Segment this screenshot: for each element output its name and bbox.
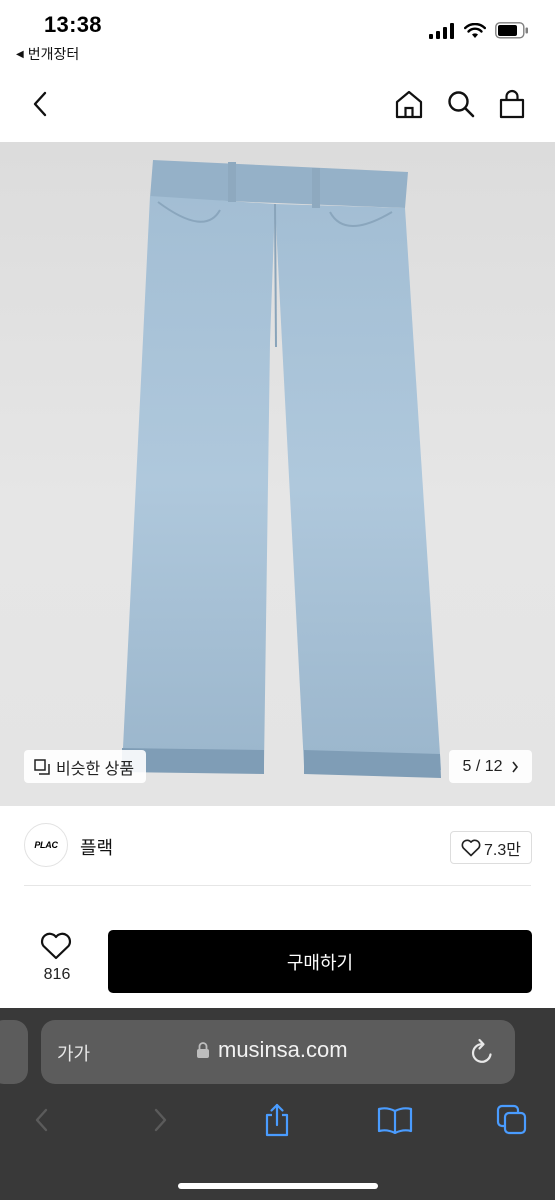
url-text: musinsa.com (218, 1037, 348, 1062)
address-bar[interactable]: 가가 musinsa.com (41, 1020, 515, 1084)
similar-products-button[interactable]: 비슷한 상품 (24, 750, 147, 783)
back-to-app-link[interactable]: ◀ 번개장터 (16, 44, 79, 64)
home-button[interactable] (391, 86, 427, 122)
brand-like-count: 7.3만 (484, 841, 521, 859)
url-display[interactable]: musinsa.com (196, 1037, 348, 1063)
heart-outline-icon (461, 839, 481, 856)
page-counter-label: 5 / 12 (462, 757, 503, 775)
brand-logo[interactable]: PLAC (24, 823, 68, 867)
browser-toolbar: 가가 musinsa.com (0, 1008, 555, 1200)
home-indicator (178, 1183, 378, 1189)
reload-icon (471, 1038, 492, 1063)
jeans-image (122, 160, 441, 778)
search-icon (448, 91, 475, 118)
product-image-carousel[interactable]: 비슷한 상품 5 / 12 (0, 142, 555, 806)
wishlist-button[interactable] (40, 932, 72, 965)
back-triangle-icon: ◀ (16, 48, 24, 60)
buy-button[interactable]: 구매하기 (108, 930, 532, 993)
previous-tab-peek[interactable] (0, 1020, 28, 1084)
brand-row: PLAC 플랙 7.3만 (0, 806, 555, 886)
brand-name[interactable]: 플랙 (80, 834, 113, 860)
wishlist-count: 816 (43, 966, 71, 983)
lock-icon (197, 1042, 209, 1058)
image-page-counter[interactable]: 5 / 12 (449, 750, 532, 783)
status-time: 13:38 (44, 12, 102, 37)
back-button[interactable] (22, 86, 58, 122)
share-icon (265, 1103, 289, 1137)
home-icon (395, 90, 423, 119)
browser-back-button[interactable] (21, 1100, 61, 1140)
status-bar: 13:38 ◀ 번개장터 (0, 0, 555, 70)
app-navbar (0, 70, 555, 142)
similar-products-label: 비슷한 상품 (56, 760, 135, 778)
brand-like-button[interactable]: 7.3만 (450, 831, 532, 864)
book-icon (377, 1107, 413, 1134)
shopping-bag-icon (499, 89, 525, 119)
share-button[interactable] (257, 1100, 297, 1140)
battery-icon (495, 22, 528, 39)
purchase-bar: 816 구매하기 (0, 886, 555, 1008)
chevron-right-icon (154, 1108, 167, 1132)
tabs-icon (496, 1104, 527, 1135)
heart-outline-icon (40, 932, 72, 960)
cart-button[interactable] (494, 86, 530, 122)
tabs-button[interactable] (492, 1100, 532, 1140)
reader-settings-button[interactable]: 가가 (57, 1040, 90, 1066)
reload-button[interactable] (469, 1038, 495, 1071)
browser-forward-button[interactable] (141, 1100, 181, 1140)
wifi-icon (464, 22, 486, 38)
back-app-label: 번개장터 (27, 46, 80, 62)
chevron-left-icon (35, 1108, 48, 1132)
chevron-right-icon (511, 761, 518, 772)
chevron-left-icon (33, 91, 47, 117)
signal-icon (429, 22, 454, 39)
search-button[interactable] (443, 86, 479, 122)
copy-icon (34, 758, 50, 775)
bookmarks-button[interactable] (375, 1100, 415, 1140)
status-icons (429, 22, 529, 39)
